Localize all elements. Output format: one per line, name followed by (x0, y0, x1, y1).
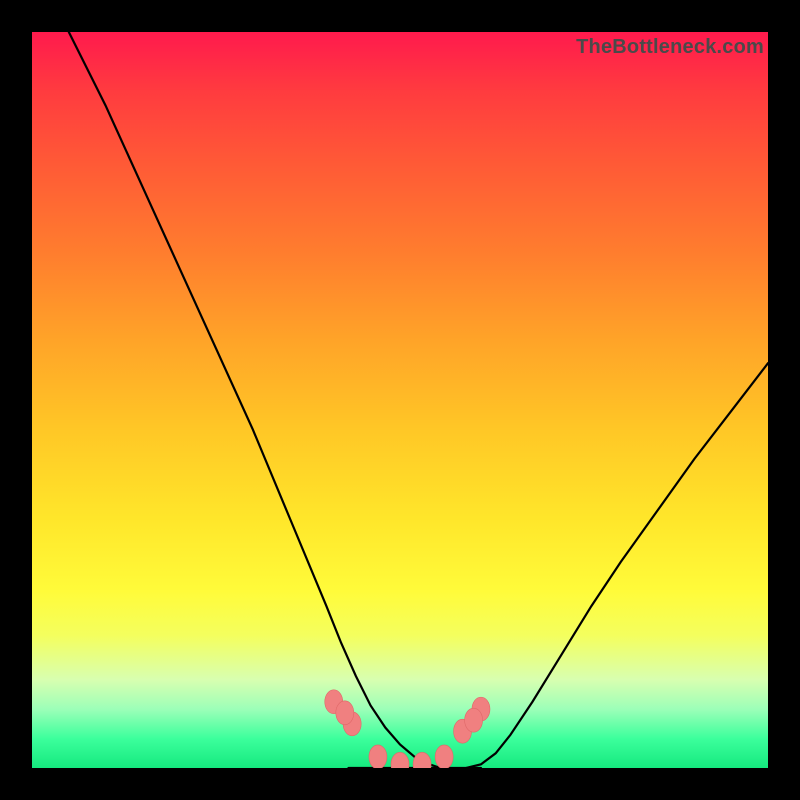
valley-marker (413, 752, 431, 768)
bottleneck-curve-left (69, 32, 441, 768)
valley-marker (336, 701, 354, 725)
valley-marker (465, 708, 483, 732)
plot-area (32, 32, 768, 768)
valley-marker (435, 745, 453, 768)
chart-frame: TheBottleneck.com (0, 0, 800, 800)
bottleneck-curve-right (466, 363, 768, 768)
valley-marker (391, 752, 409, 768)
valley-markers-group (325, 690, 490, 768)
bottleneck-curve-svg (32, 32, 768, 768)
valley-marker (369, 745, 387, 768)
